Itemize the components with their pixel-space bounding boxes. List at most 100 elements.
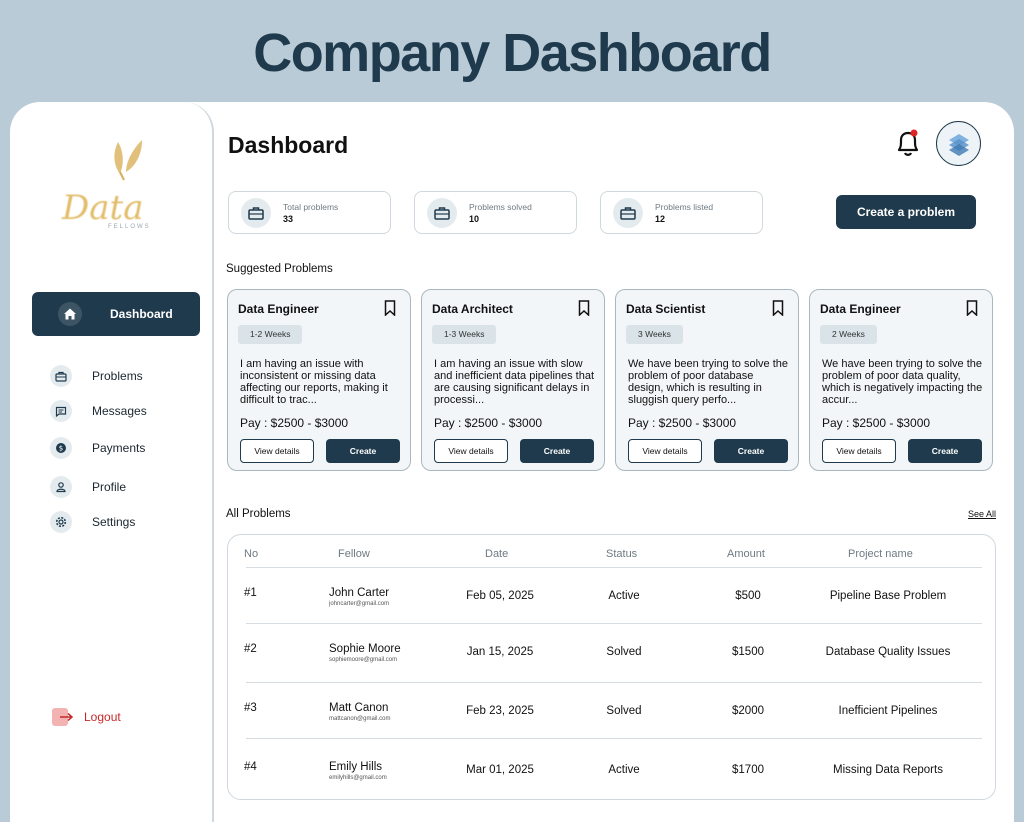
duration-badge: 3 Weeks — [626, 325, 683, 344]
sidebar-item-settings[interactable]: Settings — [50, 510, 135, 534]
card-role: Data Engineer — [820, 302, 901, 316]
column-header: Amount — [727, 548, 765, 560]
card-pay: Pay : $2500 - $3000 — [822, 416, 931, 430]
problem-card: Data Engineer 1-2 Weeks I am having an i… — [227, 289, 411, 471]
cell-no: #2 — [244, 643, 257, 655]
avatar-logo-icon — [948, 133, 969, 156]
cell-fellow-email: mattcanon@gmail.com — [329, 716, 391, 722]
bookmark-icon[interactable] — [772, 300, 784, 316]
cell-no: #4 — [244, 761, 257, 773]
sidebar-item-label: Dashboard — [110, 307, 173, 321]
sidebar-item-profile[interactable]: Profile — [50, 475, 126, 499]
stat-label: Problems solved — [469, 201, 532, 212]
app-window: Data FELLOWS Dashboard Problems Messages… — [10, 102, 1014, 822]
column-header: No — [244, 548, 259, 560]
card-pay: Pay : $2500 - $3000 — [240, 416, 349, 430]
cell-amount: $1700 — [732, 764, 764, 776]
cell-amount: $500 — [735, 590, 761, 602]
page-title: Company Dashboard — [253, 23, 772, 83]
create-button[interactable]: Create — [908, 439, 982, 463]
logout-button[interactable]: Logout — [52, 708, 121, 726]
duration-badge: 2 Weeks — [820, 325, 877, 344]
logout-label: Logout — [84, 710, 121, 724]
create-button[interactable]: Create — [326, 439, 400, 463]
create-button[interactable]: Create — [714, 439, 788, 463]
duration-badge: 1-2 Weeks — [238, 325, 303, 344]
svg-text:$: $ — [59, 445, 63, 453]
card-role: Data Engineer — [238, 302, 319, 316]
problem-card: Data Architect 1-3 Weeks I am having an … — [421, 289, 605, 471]
user-icon — [50, 476, 72, 498]
cell-fellow-name: Emily Hills — [329, 761, 383, 773]
card-pay: Pay : $2500 - $3000 — [628, 416, 737, 430]
briefcase-icon — [50, 365, 72, 387]
logout-icon — [52, 708, 74, 726]
sidebar-item-label: Profile — [92, 480, 127, 494]
sidebar-item-messages[interactable]: Messages — [50, 399, 147, 423]
briefcase-icon — [427, 197, 457, 228]
view-details-button[interactable]: View details — [628, 439, 702, 463]
cell-amount: $2000 — [732, 705, 764, 717]
cell-fellow-email: emilyhills@gmail.com — [329, 775, 387, 781]
cell-no: #3 — [244, 702, 257, 714]
cell-status: Active — [608, 590, 640, 602]
sidebar-item-payments[interactable]: $ Payments — [50, 436, 145, 460]
briefcase-icon — [613, 197, 643, 228]
view-details-button[interactable]: View details — [822, 439, 896, 463]
bookmark-icon[interactable] — [578, 300, 590, 316]
cell-status: Active — [608, 764, 640, 776]
cell-date: Mar 01, 2025 — [466, 764, 534, 776]
briefcase-icon — [241, 197, 271, 228]
stat-value: 12 — [655, 213, 666, 224]
view-details-button[interactable]: View details — [434, 439, 508, 463]
column-header: Fellow — [338, 548, 370, 560]
problem-card: Data Engineer 2 Weeks We have been tryin… — [809, 289, 993, 471]
sidebar-item-dashboard[interactable]: Dashboard — [32, 292, 200, 336]
notification-bell-icon[interactable] — [894, 128, 922, 158]
dollar-icon: $ — [50, 437, 72, 459]
logo-subtext: FELLOWS — [108, 224, 151, 230]
cell-no: #1 — [244, 587, 257, 599]
card-pay: Pay : $2500 - $3000 — [434, 416, 543, 430]
column-header: Project name — [848, 548, 913, 560]
column-header: Date — [485, 548, 509, 560]
create-button[interactable]: Create — [520, 439, 594, 463]
stat-total-problems: Total problems 33 — [228, 191, 391, 234]
table-divider — [246, 623, 982, 624]
card-description: We have been trying to solve the problem… — [628, 358, 789, 406]
cell-date: Feb 23, 2025 — [466, 705, 534, 717]
sidebar-item-label: Problems — [92, 369, 143, 383]
stat-problems-listed: Problems listed 12 — [600, 191, 763, 234]
card-description: I am having an issue with inconsistent o… — [240, 358, 388, 406]
see-all-link[interactable]: See All — [968, 509, 996, 519]
table-divider — [246, 682, 982, 683]
bookmark-icon[interactable] — [966, 300, 978, 316]
cell-amount: $1500 — [732, 646, 764, 658]
sidebar-item-label: Messages — [92, 404, 147, 418]
avatar[interactable] — [936, 121, 981, 166]
card-description: We have been trying to solve the problem… — [822, 358, 983, 406]
cell-project: Missing Data Reports — [833, 764, 943, 776]
sidebar-item-problems[interactable]: Problems — [50, 364, 143, 388]
table-divider — [246, 567, 982, 568]
card-description: I am having an issue with slow and ineff… — [434, 358, 595, 406]
cell-project: Database Quality Issues — [825, 646, 951, 658]
cell-fellow-email: johncarter@gmail.com — [329, 601, 390, 607]
cell-fellow-name: Sophie Moore — [329, 643, 401, 655]
cell-fellow-email: sophiemoore@gmail.com — [329, 657, 398, 663]
problem-card: Data Scientist 3 Weeks We have been tryi… — [615, 289, 799, 471]
sidebar: Data FELLOWS Dashboard Problems Messages… — [10, 102, 214, 822]
bookmark-icon[interactable] — [384, 300, 396, 316]
create-problem-button[interactable]: Create a problem — [836, 195, 976, 229]
cell-project: Pipeline Base Problem — [829, 590, 947, 602]
suggested-problems-title: Suggested Problems — [226, 263, 333, 275]
logo-text: Data — [62, 188, 144, 228]
stat-label: Total problems — [283, 201, 339, 212]
cell-project: Inefficient Pipelines — [838, 705, 938, 717]
sidebar-item-label: Settings — [92, 515, 136, 529]
message-icon — [50, 400, 72, 422]
stat-label: Problems listed — [655, 201, 714, 212]
view-details-button[interactable]: View details — [240, 439, 314, 463]
cell-fellow-name: John Carter — [329, 587, 390, 599]
dashboard-title: Dashboard — [228, 132, 349, 158]
